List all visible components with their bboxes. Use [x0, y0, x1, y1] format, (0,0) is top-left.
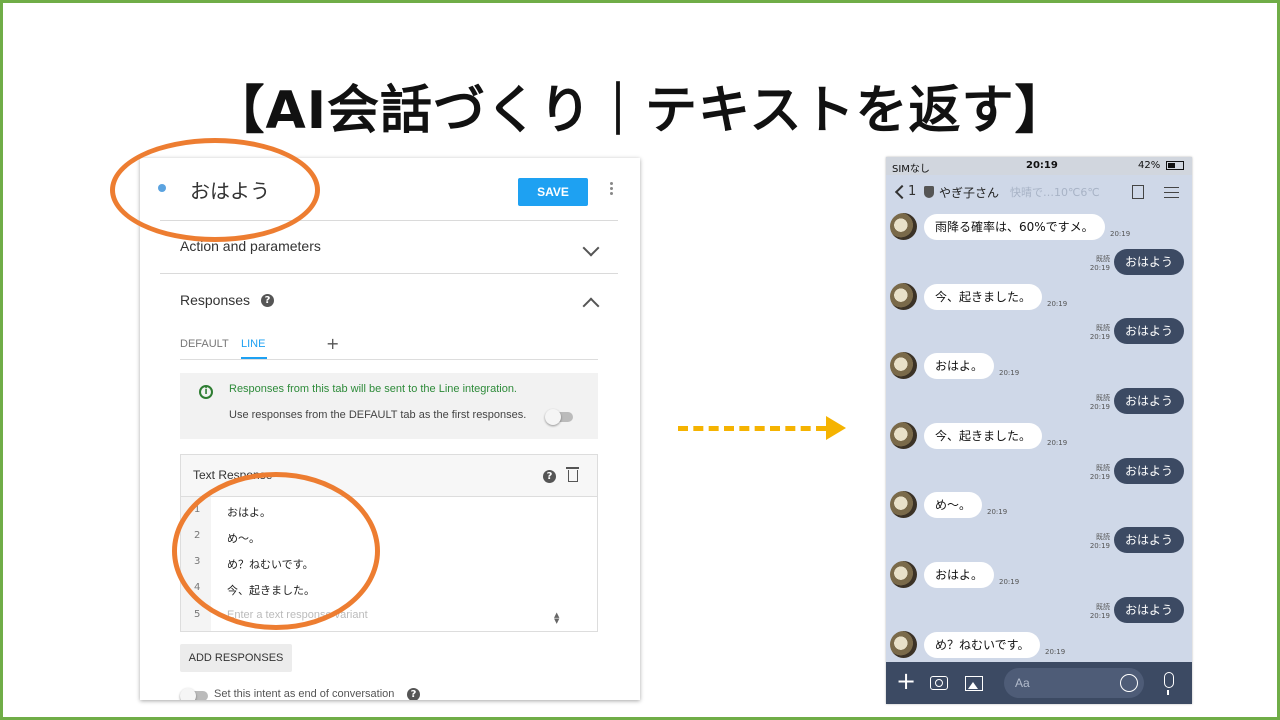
- partner-avatar[interactable]: [890, 352, 917, 379]
- partner-avatar[interactable]: [890, 213, 917, 240]
- partner-avatar[interactable]: [890, 631, 917, 658]
- chat-partner-name[interactable]: やぎ子さん: [939, 184, 999, 201]
- message-time: 20:19: [1089, 612, 1110, 620]
- outgoing-message[interactable]: おはよう: [1113, 597, 1184, 623]
- slide-title: 【AI会話づくり｜テキストを返す】: [212, 81, 1068, 141]
- read-receipt: 既読: [1096, 324, 1110, 332]
- read-receipt: 既読: [1096, 394, 1110, 402]
- note-icon[interactable]: [1132, 185, 1144, 199]
- outgoing-message[interactable]: おはよう: [1113, 249, 1184, 275]
- incoming-message[interactable]: おはよ。: [924, 353, 995, 379]
- chevron-down-icon[interactable]: [582, 239, 600, 257]
- notification-ghost-text: 快晴で…10℃6℃: [1010, 186, 1100, 199]
- add-responses-button[interactable]: ADD RESPONSES: [180, 644, 292, 672]
- message-time: 20:19: [1110, 230, 1131, 238]
- message-time: 20:19: [1089, 333, 1110, 341]
- outgoing-message[interactable]: おはよう: [1113, 318, 1184, 344]
- message-time: 20:19: [987, 508, 1008, 516]
- message-time: 20:19: [1089, 473, 1110, 481]
- outgoing-message[interactable]: おはよう: [1113, 388, 1184, 414]
- outgoing-message[interactable]: おはよう: [1113, 458, 1184, 484]
- message-input-placeholder: Aa: [1015, 676, 1030, 690]
- end-conversation-toggle[interactable]: [180, 688, 208, 700]
- status-time: 20:19: [1026, 160, 1058, 171]
- resize-spinner-icon[interactable]: ▲ ▼: [554, 612, 559, 625]
- highlight-circle-intent: [110, 138, 320, 242]
- message-time: 20:19: [1089, 403, 1110, 411]
- info-text: Responses from this tab will be sent to …: [229, 383, 517, 395]
- message-time: 20:19: [1047, 439, 1068, 447]
- arrow-head-icon: [826, 416, 846, 440]
- plus-icon[interactable]: +: [896, 669, 916, 693]
- message-time: 20:19: [1045, 648, 1066, 656]
- battery-percent: 42%: [1138, 160, 1161, 171]
- line-chat-phone: SIMなし 20:19 42% 1 やぎ子さん 快晴で…10℃6℃ 雨降る確率は…: [886, 157, 1192, 704]
- chevron-up-icon[interactable]: [582, 297, 600, 315]
- back-icon[interactable]: [894, 184, 910, 200]
- menu-icon[interactable]: [1164, 187, 1179, 198]
- incoming-message[interactable]: 今、起きました。: [924, 423, 1043, 449]
- microphone-icon[interactable]: [1164, 672, 1174, 695]
- incoming-message[interactable]: 雨降る確率は、60%ですメ。: [924, 214, 1105, 240]
- help-icon[interactable]: ?: [261, 294, 274, 307]
- divider: [160, 273, 618, 274]
- partner-avatar[interactable]: [890, 283, 917, 310]
- responses-label: Responses: [180, 292, 251, 308]
- message-input[interactable]: Aa: [1004, 668, 1144, 698]
- tab-line[interactable]: LINE: [241, 338, 265, 350]
- outgoing-message[interactable]: おはよう: [1113, 527, 1184, 553]
- read-receipt: 既読: [1096, 255, 1110, 263]
- add-tab-icon[interactable]: +: [326, 334, 339, 353]
- camera-icon[interactable]: [930, 676, 948, 690]
- message-time: 20:19: [1047, 300, 1068, 308]
- unread-count: 1: [908, 184, 917, 199]
- partner-avatar[interactable]: [890, 561, 917, 588]
- incoming-message[interactable]: め？ねむいです。: [924, 632, 1041, 658]
- battery-icon: [1166, 161, 1184, 170]
- response-tabs: DEFAULT LINE +: [180, 334, 598, 360]
- message-time: 20:19: [999, 369, 1020, 377]
- partner-avatar[interactable]: [890, 491, 917, 518]
- active-tab-indicator: [241, 357, 267, 359]
- highlight-circle-responses: [172, 472, 380, 630]
- info-icon: i: [199, 385, 213, 399]
- default-responses-label: Use responses from the DEFAULT tab as th…: [229, 409, 527, 421]
- help-icon[interactable]: ?: [543, 470, 556, 483]
- incoming-message[interactable]: め〜。: [924, 492, 983, 518]
- row-number: 5: [194, 609, 201, 620]
- message-time: 20:19: [1089, 264, 1110, 272]
- image-icon[interactable]: [965, 676, 983, 691]
- end-conversation-label: Set this intent as end of conversation: [214, 688, 395, 700]
- trash-icon[interactable]: [566, 467, 579, 482]
- more-options-icon[interactable]: [606, 180, 616, 202]
- message-time: 20:19: [999, 578, 1020, 586]
- status-bar: SIMなし 20:19 42%: [886, 157, 1192, 175]
- partner-avatar[interactable]: [890, 422, 917, 449]
- emoji-icon[interactable]: [1120, 674, 1138, 692]
- message-input-bar: + Aa: [886, 662, 1192, 704]
- chat-header: 1 やぎ子さん 快晴で…10℃6℃: [886, 175, 1192, 209]
- incoming-message[interactable]: 今、起きました。: [924, 284, 1043, 310]
- carrier-label: SIMなし: [892, 164, 930, 175]
- read-receipt: 既読: [1096, 464, 1110, 472]
- dashed-arrow: [678, 426, 826, 431]
- shield-icon: [924, 186, 934, 198]
- save-button[interactable]: SAVE: [518, 178, 588, 206]
- read-receipt: 既読: [1096, 603, 1110, 611]
- read-receipt: 既読: [1096, 533, 1110, 541]
- default-responses-toggle[interactable]: [545, 409, 573, 425]
- tab-default[interactable]: DEFAULT: [180, 338, 229, 350]
- help-icon[interactable]: ?: [407, 688, 420, 700]
- line-integration-info: i Responses from this tab will be sent t…: [180, 373, 598, 439]
- incoming-message[interactable]: おはよ。: [924, 562, 995, 588]
- message-time: 20:19: [1089, 542, 1110, 550]
